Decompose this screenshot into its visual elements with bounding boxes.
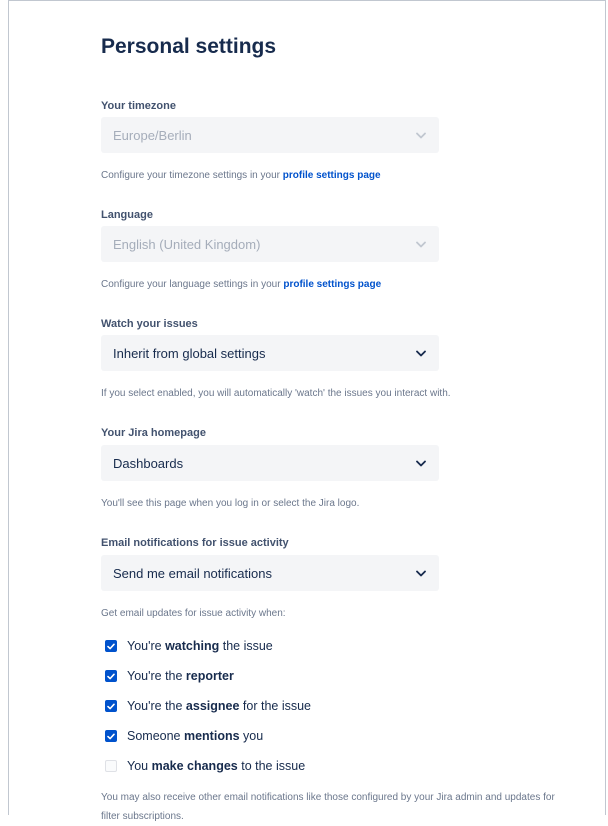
- language-value: English (United Kingdom): [113, 236, 261, 252]
- checkmark-icon: [107, 643, 115, 649]
- timezone-select: Europe/Berlin: [101, 117, 439, 153]
- option-label: You're the assignee for the issue: [127, 699, 312, 713]
- chevron-down-icon: [415, 347, 427, 359]
- homepage-select[interactable]: Dashboards: [101, 445, 439, 481]
- checkbox-checked[interactable]: [105, 670, 117, 682]
- watch-help: If you select enabled, you will automati…: [101, 388, 451, 399]
- email-value: Send me email notifications: [113, 565, 272, 581]
- page-title: Personal settings: [101, 35, 277, 58]
- watch-value: Inherit from global settings: [113, 345, 266, 361]
- timezone-profile-settings-link[interactable]: profile settings page: [283, 170, 381, 181]
- settings-panel: Personal settings Your timezone Europe/B…: [8, 0, 606, 822]
- language-select: English (United Kingdom): [101, 226, 439, 262]
- homepage-help: You'll see this page when you log in or …: [101, 498, 360, 509]
- timezone-label: Your timezone: [101, 100, 176, 112]
- chevron-down-icon: [415, 238, 427, 250]
- watch-label: Watch your issues: [101, 318, 198, 330]
- homepage-value: Dashboards: [113, 455, 184, 471]
- checkbox-unchecked[interactable]: [105, 760, 117, 772]
- timezone-value: Europe/Berlin: [113, 127, 192, 143]
- chevron-down-icon: [415, 129, 427, 141]
- email-label: Email notifications for issue activity: [101, 537, 289, 549]
- email-option-reporter[interactable]: You're the reporter: [105, 669, 234, 683]
- homepage-label: Your Jira homepage: [101, 427, 206, 439]
- language-label: Language: [101, 209, 153, 221]
- checkmark-icon: [107, 703, 115, 709]
- email-updates-intro: Get email updates for issue activity whe…: [101, 608, 286, 619]
- checkbox-checked[interactable]: [105, 640, 117, 652]
- language-help: Configure your language settings in your…: [101, 279, 382, 290]
- watch-select[interactable]: Inherit from global settings: [101, 335, 439, 371]
- email-option-watching[interactable]: You're watching the issue: [105, 639, 273, 653]
- checkbox-checked[interactable]: [105, 730, 117, 742]
- option-label: Someone mentions you: [127, 729, 264, 743]
- email-option-mentions[interactable]: Someone mentions you: [105, 729, 263, 743]
- checkmark-icon: [107, 733, 115, 739]
- chevron-down-icon: [415, 567, 427, 579]
- language-profile-settings-link[interactable]: profile settings page: [283, 279, 381, 290]
- email-select[interactable]: Send me email notifications: [101, 555, 439, 591]
- checkmark-icon: [107, 673, 115, 679]
- option-label: You make changes to the issue: [127, 759, 306, 773]
- chevron-down-icon: [415, 457, 427, 469]
- email-option-make-changes[interactable]: You make changes to the issue: [105, 759, 305, 773]
- email-option-assignee[interactable]: You're the assignee for the issue: [105, 699, 311, 713]
- timezone-help: Configure your timezone settings in your…: [101, 170, 381, 181]
- option-label: You're watching the issue: [127, 639, 273, 653]
- email-footer-note: You may also receive other email notific…: [101, 792, 555, 822]
- option-label: You're the reporter: [127, 669, 234, 683]
- checkbox-checked[interactable]: [105, 700, 117, 712]
